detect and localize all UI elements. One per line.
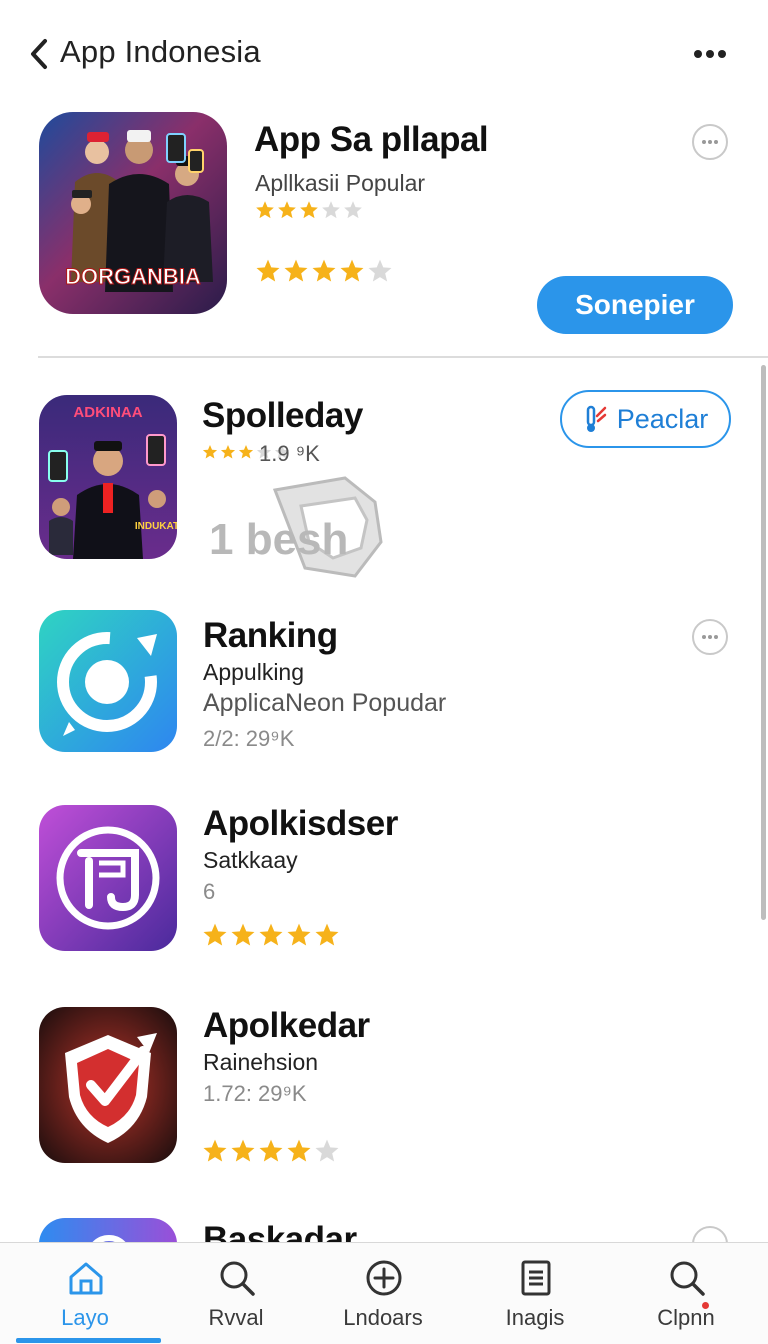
watermark-logo: 1 besh [205, 472, 385, 580]
scrollbar[interactable] [761, 365, 766, 920]
app-subtitle2-ranking: ApplicaNeon Popudar [203, 689, 447, 717]
star-filled-icon [238, 445, 254, 459]
add-circle-icon [366, 1260, 402, 1296]
app-more-button-ranking[interactable] [692, 619, 728, 655]
star-filled-icon [312, 259, 336, 282]
home-icon [69, 1262, 103, 1295]
star-filled-icon [231, 1139, 255, 1162]
tab-label: Clpnn [657, 1305, 715, 1330]
app-icon-ranking[interactable] [39, 610, 177, 752]
thermometer-icon [586, 405, 606, 432]
star-empty-icon [322, 201, 340, 219]
search-icon [670, 1261, 705, 1296]
app-name-spolleday[interactable]: Spolleday [202, 396, 363, 436]
app-meta-ranking: 2/2: 29⁹K [203, 726, 295, 751]
app-meta-apolkisdser: 6 [203, 879, 216, 904]
star-filled-icon [256, 201, 274, 219]
star-filled-icon [203, 1139, 227, 1162]
bottom-tab-bar: Layo Rvval Lndoars Inagis Clpnn [0, 1242, 768, 1344]
app-icon-caption-2: INDUKAT [135, 521, 177, 532]
featured-app-icon[interactable]: DORGANBIA [39, 112, 227, 314]
app-icon-apolkisdser[interactable] [39, 805, 177, 951]
tab-label: Rvval [208, 1305, 264, 1330]
chevron-left-icon [31, 39, 47, 69]
tab-label: Inagis [505, 1305, 565, 1330]
app-rating-apolkisdser [202, 922, 340, 948]
featured-app-subtitle: Apllkasii Popular [255, 170, 426, 196]
star-filled-icon [202, 445, 218, 459]
star-filled-icon [287, 1139, 311, 1162]
featured-rating-bottom [255, 258, 393, 284]
featured-action-button[interactable]: Sonepier [537, 276, 733, 334]
notification-dot [702, 1302, 709, 1309]
more-horizontal-icon [702, 635, 718, 639]
tab-documents[interactable]: Inagis [460, 1243, 610, 1344]
app-action-label-spolleday: Peaclar [616, 403, 709, 434]
search-icon [220, 1261, 255, 1296]
top-nav-bar: App Indonesia [0, 0, 768, 110]
featured-app-name[interactable]: App Sa pllapal [254, 120, 489, 160]
app-icon-caption: ADKINAA [73, 404, 142, 421]
app-meta-spolleday: 1.9 ⁹K [259, 441, 320, 466]
star-filled-icon [340, 259, 364, 282]
tab-search-2[interactable]: Clpnn [611, 1243, 761, 1344]
tab-label: Lndoars [343, 1305, 423, 1330]
app-meta-apolkedar: 1.72: 29⁹K [203, 1081, 307, 1106]
back-button[interactable] [24, 34, 54, 74]
more-horizontal-icon [694, 50, 726, 58]
app-rating-apolkedar [202, 1138, 340, 1164]
star-filled-icon [256, 259, 280, 282]
document-icon [521, 1260, 551, 1296]
tab-home[interactable]: Layo [10, 1243, 160, 1344]
app-subtitle-apolkedar: Rainehsion [203, 1049, 319, 1075]
app-name-ranking[interactable]: Ranking [203, 616, 338, 656]
star-filled-icon [203, 923, 227, 946]
app-subtitle-apolkisdser: Satkkaay [203, 847, 298, 873]
app-action-button-spolleday[interactable]: Peaclar [560, 390, 731, 448]
featured-icon-caption: DORGANBIA [65, 264, 201, 289]
app-name-apolkisdser[interactable]: Apolkisdser [203, 804, 398, 844]
watermark-text: 1 besh [209, 515, 348, 564]
section-divider [38, 356, 768, 358]
tab-add[interactable]: Lndoars [308, 1243, 458, 1344]
more-horizontal-icon [702, 140, 718, 144]
star-filled-icon [259, 1139, 283, 1162]
star-filled-icon [287, 923, 311, 946]
star-filled-icon [300, 201, 318, 219]
star-empty-icon [368, 259, 392, 282]
page-title: App Indonesia [60, 34, 261, 69]
app-subtitle-ranking: Appulking [203, 659, 305, 685]
app-icon-spolleday[interactable]: ADKINAA INDUKAT [39, 395, 177, 559]
featured-more-button[interactable] [692, 124, 728, 160]
star-empty-icon [344, 201, 362, 219]
star-empty-icon [315, 1139, 339, 1162]
star-filled-icon [220, 445, 236, 459]
tab-search[interactable]: Rvval [161, 1243, 311, 1344]
star-filled-icon [278, 201, 296, 219]
active-tab-indicator [16, 1338, 161, 1343]
star-filled-icon [284, 259, 308, 282]
more-options-button[interactable] [688, 36, 732, 72]
featured-rating-top [255, 200, 363, 220]
star-filled-icon [315, 923, 339, 946]
tab-label: Layo [61, 1305, 109, 1330]
app-icon-apolkedar[interactable] [39, 1007, 177, 1163]
app-name-apolkedar[interactable]: Apolkedar [203, 1006, 370, 1046]
star-filled-icon [231, 923, 255, 946]
star-filled-icon [259, 923, 283, 946]
